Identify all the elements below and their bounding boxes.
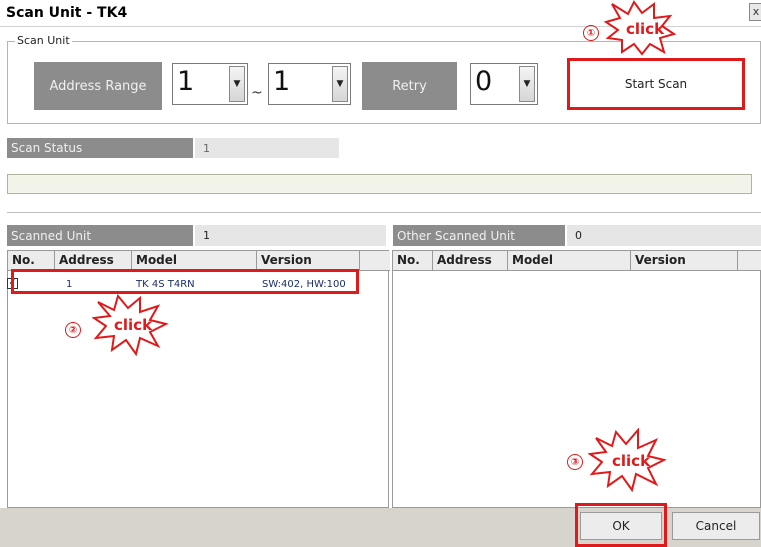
retry-label: Retry [362,62,457,110]
scanned-unit-label: Scanned Unit [7,225,193,246]
column-header-model[interactable]: Model [508,251,631,271]
click-burst-2-label: click [114,316,153,334]
column-header-address[interactable]: Address [433,251,508,271]
address-to-select[interactable]: 1 ▼ [268,63,351,105]
start-scan-button[interactable]: Start Scan [567,58,745,110]
click-burst-2: click [92,294,169,356]
row-highlight-box [11,269,359,294]
address-from-value: 1 [177,66,195,97]
close-button[interactable]: x [749,3,761,21]
other-scanned-unit-label: Other Scanned Unit [393,225,565,246]
column-header-no[interactable]: No. [8,251,55,271]
address-to-value: 1 [273,66,291,97]
scan-progress-bar [7,174,752,194]
chevron-down-icon[interactable]: ▼ [519,66,535,102]
step-2-marker: ② [65,322,81,338]
scan-unit-group-label: Scan Unit [15,34,72,47]
address-range-label: Address Range [34,62,162,110]
click-burst-3: click [588,428,667,492]
column-header-no[interactable]: No. [393,251,433,271]
chevron-down-icon[interactable]: ▼ [229,66,245,102]
divider [7,212,761,213]
other-scanned-unit-count: 0 [567,225,761,246]
column-header-address[interactable]: Address [55,251,132,271]
scanned-unit-count: 1 [195,225,386,246]
scan-status-label: Scan Status [7,138,193,158]
scan-status-value: 1 [195,138,339,158]
column-header-version[interactable]: Version [631,251,738,271]
click-burst-1-label: click [626,20,665,38]
address-from-select[interactable]: 1 ▼ [172,63,248,105]
click-burst-1: click [603,0,677,56]
retry-select[interactable]: 0 ▼ [470,63,538,105]
window-title: Scan Unit - TK4 [6,5,128,21]
step-3-marker: ③ [567,454,583,470]
retry-value: 0 [475,66,493,97]
ok-highlight-box [575,503,667,547]
range-separator: ~ [251,85,263,101]
column-header-filler [738,251,761,271]
column-header-model[interactable]: Model [132,251,257,271]
column-header-version[interactable]: Version [257,251,360,271]
step-1-marker: ① [583,25,599,41]
click-burst-3-label: click [612,452,651,470]
column-header-filler [360,251,390,271]
chevron-down-icon[interactable]: ▼ [332,66,348,102]
cancel-button[interactable]: Cancel [672,512,760,540]
